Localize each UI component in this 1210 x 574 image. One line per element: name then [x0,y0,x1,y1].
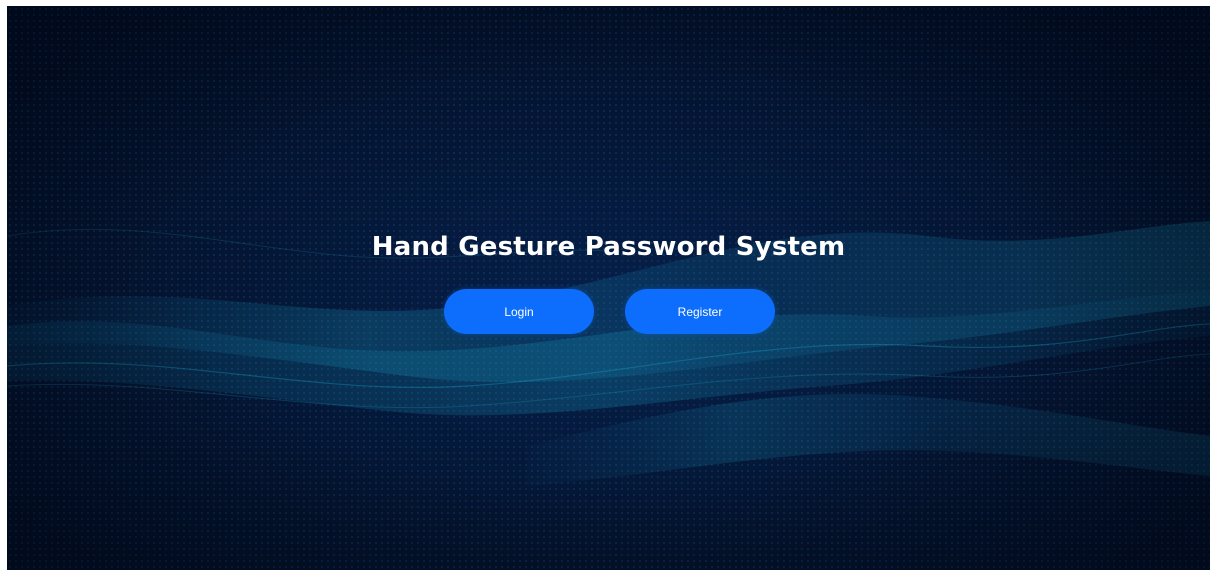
page-background: Hand Gesture Password System Login Regis… [7,6,1210,570]
page-title: Hand Gesture Password System [371,232,846,262]
landing-content: Hand Gesture Password System Login Regis… [7,6,1210,570]
register-button[interactable]: Register [625,289,775,334]
login-button[interactable]: Login [444,289,594,334]
